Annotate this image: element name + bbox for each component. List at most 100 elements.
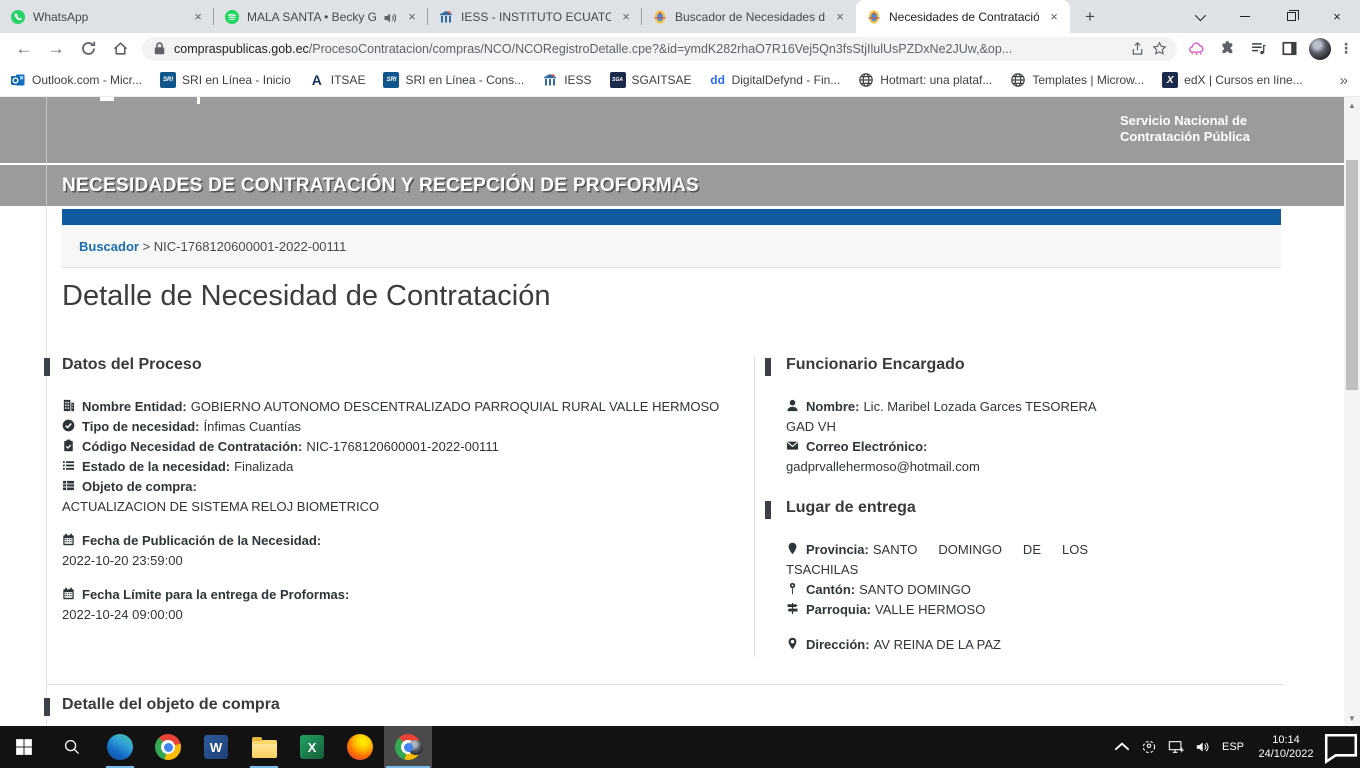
lugar-fields: Provincia:SANTO DOMINGO DE LOS TSACHILAS… bbox=[786, 540, 1088, 655]
taskbar-edge-button[interactable] bbox=[96, 726, 144, 768]
restore-button[interactable] bbox=[1268, 0, 1314, 33]
map-pin-icon bbox=[786, 636, 800, 649]
field-nombre-entidad: Nombre Entidad:GOBIERNO AUTONOMO DESCENT… bbox=[62, 397, 722, 417]
section-marker bbox=[44, 698, 50, 716]
new-tab-button[interactable]: + bbox=[1076, 3, 1104, 31]
bookmark-edx[interactable]: X edX | Cursos en líne... bbox=[1162, 72, 1303, 88]
bookmark-iess[interactable]: IESS bbox=[542, 72, 591, 88]
taskbar-chrome-button[interactable] bbox=[144, 726, 192, 768]
divider bbox=[46, 206, 47, 726]
page-scrollbar[interactable]: ▲ ▼ bbox=[1344, 97, 1360, 726]
bookmark-sri-inicio[interactable]: SRI SRI en Línea - Inicio bbox=[160, 72, 291, 88]
bookmark-itsae[interactable]: A ITSAE bbox=[309, 72, 366, 88]
sidebar-toggle-icon[interactable] bbox=[1277, 37, 1301, 61]
browser-tab-strip: WhatsApp × MALA SANTA • Becky G × IESS -… bbox=[0, 0, 1360, 33]
clock-date: 24/10/2022 bbox=[1250, 747, 1322, 761]
taskbar-explorer-button[interactable] bbox=[240, 726, 288, 768]
taskbar-search-button[interactable] bbox=[48, 726, 96, 768]
tab-necesidades-active[interactable]: Necesidades de Contratación × bbox=[856, 0, 1070, 33]
search-icon bbox=[63, 738, 81, 756]
bookmark-label: Hotmart: una plataf... bbox=[880, 73, 992, 87]
field-correo: Correo Electrónico: gadprvallehermoso@ho… bbox=[786, 437, 1116, 477]
bookmark-digitaldefynd[interactable]: dd DigitalDefynd - Fin... bbox=[710, 72, 841, 88]
tab-title: MALA SANTA • Becky G bbox=[247, 10, 376, 24]
taskbar-firefox-button[interactable] bbox=[336, 726, 384, 768]
globe-icon bbox=[1010, 72, 1026, 88]
network-icon[interactable] bbox=[1162, 726, 1189, 768]
field-canton: Cantón:SANTO DOMINGO bbox=[786, 580, 1088, 600]
field-value: SANTO DOMINGO bbox=[859, 582, 971, 597]
bookmark-outlook[interactable]: Outlook.com - Micr... bbox=[10, 72, 142, 88]
field-provincia: Provincia:SANTO DOMINGO DE LOS TSACHILAS bbox=[786, 540, 1088, 580]
sgaitsae-icon: SGA bbox=[610, 72, 626, 88]
scroll-up-icon[interactable]: ▲ bbox=[1344, 97, 1360, 113]
extensions-puzzle-icon[interactable] bbox=[1215, 37, 1239, 61]
bookmark-label: ITSAE bbox=[331, 73, 366, 87]
address-bar[interactable]: compraspublicas.gob.ec/ProcesoContrataci… bbox=[142, 37, 1177, 61]
tab-spotify[interactable]: MALA SANTA • Becky G × bbox=[214, 0, 428, 33]
tab-search-chevron-icon[interactable] bbox=[1176, 0, 1222, 33]
profile-avatar[interactable] bbox=[1309, 38, 1331, 60]
windows-taskbar: W X ESP 10:14 24/10/2022 bbox=[0, 726, 1360, 768]
tab-close-icon[interactable]: × bbox=[1046, 9, 1062, 25]
tab-title: Necesidades de Contratación bbox=[889, 10, 1039, 24]
windows-logo-icon bbox=[15, 738, 33, 756]
itsae-icon: A bbox=[309, 72, 325, 88]
tab-close-icon[interactable]: × bbox=[190, 9, 206, 25]
chrome-icon bbox=[155, 734, 181, 760]
tab-buscador[interactable]: Buscador de Necesidades de × bbox=[642, 0, 856, 33]
tray-sync-icon[interactable] bbox=[1135, 726, 1162, 768]
back-icon[interactable]: ← bbox=[11, 36, 37, 62]
url-host: compraspublicas.gob.ec bbox=[174, 42, 309, 56]
bookmark-star-icon[interactable] bbox=[1152, 41, 1167, 56]
share-icon[interactable] bbox=[1130, 41, 1145, 56]
lock-icon[interactable] bbox=[152, 41, 167, 56]
calendar-icon bbox=[62, 532, 76, 545]
page-banner: NECESIDADES DE CONTRATACIÓN Y RECEPCIÓN … bbox=[0, 163, 1345, 206]
scroll-down-icon[interactable]: ▼ bbox=[1344, 710, 1360, 726]
start-button[interactable] bbox=[0, 726, 48, 768]
taskbar-word-button[interactable]: W bbox=[192, 726, 240, 768]
taskbar-clock[interactable]: 10:14 24/10/2022 bbox=[1250, 733, 1322, 761]
bookmark-hotmart[interactable]: Hotmart: una plataf... bbox=[858, 72, 992, 88]
desktop-screen: WhatsApp × MALA SANTA • Becky G × IESS -… bbox=[0, 0, 1360, 768]
page-title: Detalle de Necesidad de Contratación bbox=[62, 280, 550, 313]
playlist-music-icon[interactable] bbox=[1246, 37, 1270, 61]
bookmark-label: edX | Cursos en líne... bbox=[1184, 73, 1303, 87]
field-value: AV REINA DE LA PAZ bbox=[874, 637, 1001, 652]
bookmark-sri-consultas[interactable]: SRI SRI en Línea - Cons... bbox=[383, 72, 524, 88]
outlook-icon bbox=[10, 72, 26, 88]
taskbar-excel-button[interactable]: X bbox=[288, 726, 336, 768]
tab-audio-icon[interactable] bbox=[383, 11, 397, 23]
forward-icon[interactable]: → bbox=[43, 36, 69, 62]
bookmark-templates[interactable]: Templates | Microw... bbox=[1010, 72, 1144, 88]
datos-fields: Nombre Entidad:GOBIERNO AUTONOMO DESCENT… bbox=[62, 397, 722, 625]
tab-iess[interactable]: IESS - INSTITUTO ECUATORIA × bbox=[428, 0, 642, 33]
field-label: Dirección: bbox=[806, 637, 870, 652]
bookmarks-overflow-icon[interactable]: » bbox=[1340, 72, 1348, 89]
tab-close-icon[interactable]: × bbox=[404, 9, 420, 25]
bookmark-sgaitsae[interactable]: SGA SGAITSAE bbox=[610, 72, 692, 88]
tray-chevron-up-icon[interactable] bbox=[1108, 726, 1135, 768]
extension-pink-icon[interactable] bbox=[1184, 37, 1208, 61]
tab-whatsapp[interactable]: WhatsApp × bbox=[0, 0, 214, 33]
taskbar-chrome-active-button[interactable] bbox=[384, 726, 432, 768]
reload-icon[interactable] bbox=[75, 36, 101, 62]
field-value: NIC-1768120600001-2022-00111 bbox=[306, 439, 499, 454]
close-window-button[interactable]: × bbox=[1314, 0, 1360, 33]
language-indicator[interactable]: ESP bbox=[1216, 741, 1250, 753]
breadcrumb-buscador-link[interactable]: Buscador bbox=[79, 239, 139, 254]
tab-close-icon[interactable]: × bbox=[832, 9, 848, 25]
scrollbar-thumb[interactable] bbox=[1346, 160, 1358, 390]
action-center-icon[interactable] bbox=[1322, 726, 1360, 768]
volume-icon[interactable] bbox=[1189, 726, 1216, 768]
bookmark-label: SGAITSAE bbox=[632, 73, 692, 87]
home-icon[interactable] bbox=[107, 36, 133, 62]
tab-close-icon[interactable]: × bbox=[618, 9, 634, 25]
breadcrumb: Buscador > NIC-1768120600001-2022-00111 bbox=[62, 225, 1281, 268]
browser-menu-icon[interactable]: ⋮ bbox=[1339, 40, 1353, 57]
browser-toolbar: ← → compraspublicas.gob.ec/ProcesoContra… bbox=[0, 33, 1360, 64]
url-text[interactable]: compraspublicas.gob.ec/ProcesoContrataci… bbox=[174, 42, 1123, 56]
minimize-button[interactable] bbox=[1222, 0, 1268, 33]
column-divider bbox=[754, 357, 755, 657]
